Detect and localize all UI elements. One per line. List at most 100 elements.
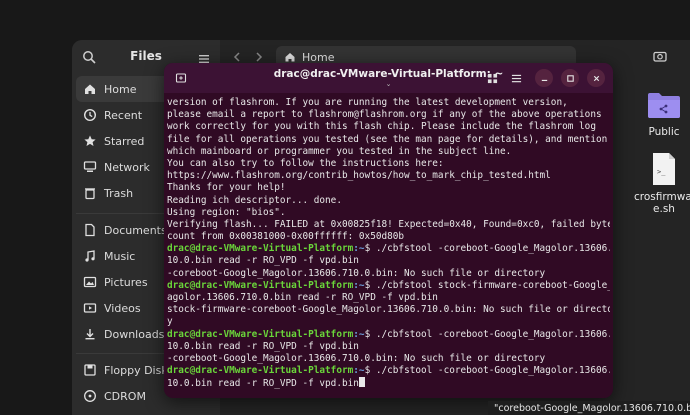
line-text: stock-firmware-coreboot-Google_Magolor.1… [167, 304, 610, 316]
file-label-line: crosfirmwar [634, 191, 690, 203]
video-icon [76, 301, 104, 315]
download-icon [76, 327, 104, 341]
view-grid-icon[interactable] [483, 69, 501, 87]
folder-public[interactable]: Public [634, 90, 690, 138]
floppy-icon [76, 363, 104, 377]
menu-icon[interactable] [507, 69, 525, 87]
terminal-output[interactable]: version of flashrom. If you are running … [167, 97, 610, 395]
line-text: -coreboot-Google_Magolor.13606.710.0.bin… [167, 352, 546, 364]
terminal-output-line: file for all operations you tested (see … [167, 134, 610, 146]
line-text: which mainboard or programmer you tested… [167, 145, 512, 157]
line-text: version of flashrom. If you are running … [167, 97, 568, 108]
sidebar-item-label: Recent [104, 108, 143, 122]
line-text: You can also try to follow the instructi… [167, 157, 444, 169]
terminal-output-line: 10.0.bin read -r RO_VPD -f vpd.bin [167, 341, 610, 353]
terminal-prompt-line: drac@drac-VMware-Virtual-Platform:~$ ./c… [167, 365, 610, 377]
prompt-user: drac@drac-VMware-Virtual-Platform [167, 279, 354, 291]
line-text: file for all operations you tested (see … [167, 133, 608, 145]
sidebar-item-label: Music [104, 249, 136, 263]
terminal-output-line: stock-firmware-coreboot-Google_Magolor.1… [167, 304, 610, 316]
sidebar-item-label: Videos [104, 301, 141, 315]
line-text: agolor.13606.710.0.bin read -r RO_VPD -f… [167, 292, 438, 303]
back-icon[interactable] [230, 49, 244, 63]
network-icon [76, 160, 104, 174]
forward-icon[interactable] [252, 49, 266, 63]
line-text: please email a report to flashrom@flashr… [167, 109, 602, 121]
folder-label: Public [648, 126, 680, 138]
terminal-prompt-line: drac@drac-VMware-Virtual-Platform:~$ ./c… [167, 243, 610, 255]
hamburger-menu-icon[interactable] [198, 50, 210, 63]
close-icon[interactable] [587, 69, 605, 87]
picture-icon [76, 275, 104, 289]
line-text: Verifying flash... FAILED at 0x00825f18!… [167, 218, 610, 230]
terminal-output-line: version of flashrom. If you are running … [167, 97, 610, 109]
prompt-path: :~ [353, 365, 365, 377]
maximize-icon[interactable] [561, 69, 579, 87]
sidebar-item-label: Pictures [104, 275, 148, 289]
terminal-output-line: 10.0.bin read -r RO_VPD -f vpd.bin [167, 377, 610, 389]
terminal-output-line: Thanks for your help! [167, 182, 610, 194]
terminal-output-line: which mainboard or programmer you tested… [167, 146, 610, 158]
terminal-prompt-line: drac@drac-VMware-Virtual-Platform:~$ ./c… [167, 280, 610, 292]
text-cursor [358, 377, 365, 388]
line-text: count from 0x00381000-0x00ffffff: 0x50d8… [167, 231, 405, 243]
line-text: Using region: "bios". [167, 206, 286, 218]
clock-icon [76, 108, 104, 122]
terminal-output-line: Reading ich descriptor... done. [167, 195, 610, 207]
terminal-output-line: Verifying flash... FAILED at 0x00825f18!… [167, 219, 610, 231]
line-text: y [167, 316, 173, 328]
home-icon [285, 53, 295, 62]
prompt-path: :~ [353, 279, 365, 291]
camera-icon[interactable] [652, 48, 668, 64]
line-text: Reading ich descriptor... done. [167, 194, 342, 206]
sidebar-item-label: Downloads [104, 327, 165, 341]
sidebar-item-label: Network [104, 160, 150, 174]
file-label: crosfirmwar e.sh [634, 191, 690, 215]
terminal-output-line: You can also try to follow the instructi… [167, 158, 610, 170]
line-text: Thanks for your help! [167, 182, 286, 194]
home-icon [76, 82, 104, 96]
terminal-output-line: https://www.flashrom.org/contrib_howtos/… [167, 170, 610, 182]
line-text: 10.0.bin read -r RO_VPD -f vpd.bin [167, 340, 359, 352]
svg-text:>_: >_ [657, 168, 666, 176]
sidebar-item-label: Documents [104, 223, 167, 237]
prompt-user: drac@drac-VMware-Virtual-Platform [167, 243, 354, 255]
line-text: $ ./cbfstool -coreboot-Google_Magolor.13… [364, 328, 610, 340]
terminal-titlebar[interactable]: drac@drac-VMware-Virtual-Platform: ~ ⌄ [164, 63, 613, 93]
line-text: 10.0.bin read -r RO_VPD -f vpd.bin [167, 378, 359, 390]
line-text: -coreboot-Google_Magolor.13606.710.0.bin… [167, 267, 546, 279]
sidebar-item-label: Home [104, 82, 137, 96]
terminal-output-line: Using region: "bios". [167, 207, 610, 219]
terminal-output-line: -coreboot-Google_Magolor.13606.710.0.bin… [167, 353, 610, 365]
terminal-window[interactable]: drac@drac-VMware-Virtual-Platform: ~ ⌄ v… [164, 63, 613, 398]
line-text: work correctly for you with this flash c… [167, 121, 596, 133]
trash-icon [76, 186, 104, 200]
terminal-output-line: y [167, 316, 610, 328]
prompt-user: drac@drac-VMware-Virtual-Platform [167, 365, 354, 377]
terminal-prompt-line: drac@drac-VMware-Virtual-Platform:~$ ./c… [167, 329, 610, 341]
sidebar-item-label: Trash [104, 186, 134, 200]
terminal-output-line: count from 0x00381000-0x00ffffff: 0x50d8… [167, 231, 610, 243]
star-icon [76, 134, 104, 148]
sidebar-item-label: CDROM [104, 389, 146, 403]
line-text: $ ./cbfstool stock-firmware-coreboot-Goo… [364, 279, 610, 291]
prompt-user: drac@drac-VMware-Virtual-Platform [167, 328, 354, 340]
file-crosfirmware[interactable]: >_ crosfirmwar e.sh [634, 152, 690, 215]
line-text: https://www.flashrom.org/contrib_howtos/… [167, 170, 551, 182]
sidebar-item-label: Starred [104, 134, 145, 148]
folder-icon [648, 93, 680, 118]
sidebar-item-label: Floppy Disk [104, 363, 168, 377]
cdrom-icon [76, 389, 104, 403]
music-icon [76, 249, 104, 263]
line-text: 10.0.bin read -r RO_VPD -f vpd.bin [167, 255, 359, 267]
document-icon [76, 223, 104, 237]
prompt-path: :~ [353, 328, 365, 340]
terminal-output-line: please email a report to flashrom@flashr… [167, 109, 610, 121]
file-label-line: e.sh [653, 203, 675, 215]
location-label: Home [302, 50, 335, 64]
script-file-icon: >_ [653, 153, 675, 185]
line-text: $ ./cbfstool -coreboot-Google_Magolor.13… [364, 365, 610, 377]
minimize-icon[interactable] [535, 69, 553, 87]
terminal-output-line: agolor.13606.710.0.bin read -r RO_VPD -f… [167, 292, 610, 304]
terminal-output-line: 10.0.bin read -r RO_VPD -f vpd.bin [167, 255, 610, 267]
